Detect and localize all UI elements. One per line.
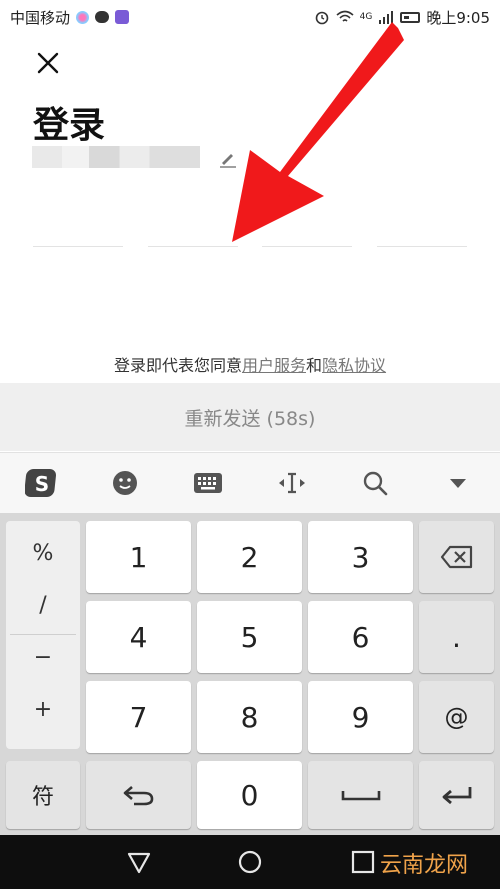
symbol-key-percent[interactable]: %	[6, 541, 80, 566]
symbol-key-slash[interactable]: /	[6, 593, 80, 618]
at-key[interactable]: @	[419, 681, 494, 753]
battery-icon	[400, 11, 421, 23]
cursor-icon[interactable]	[272, 463, 312, 503]
keyboard-toolbar: S	[0, 452, 500, 513]
recents-square-icon[interactable]	[350, 849, 376, 875]
close-icon[interactable]	[33, 48, 63, 78]
keyboard-icon[interactable]	[188, 463, 228, 503]
edit-icon[interactable]	[218, 148, 238, 168]
undo-arrow-icon	[123, 786, 153, 806]
symbol-mode-key[interactable]: 符	[6, 761, 80, 829]
symbol-key-minus[interactable]: −	[6, 645, 80, 670]
key-5[interactable]: 5	[197, 601, 302, 673]
carrier-label: 中国移动	[10, 8, 71, 27]
key-4[interactable]: 4	[86, 601, 191, 673]
backspace-icon	[440, 545, 472, 569]
signal-icon	[379, 11, 394, 24]
privacy-link[interactable]: 隐私协议	[322, 356, 386, 375]
resend-code-label: 重新发送 (58s)	[184, 407, 316, 430]
key-6[interactable]: 6	[308, 601, 413, 673]
space-icon	[341, 791, 380, 801]
verification-code-input[interactable]	[33, 246, 467, 247]
return-key[interactable]	[86, 761, 191, 829]
key-9[interactable]: 9	[308, 681, 413, 753]
alarm-icon	[315, 11, 328, 25]
status-bar: 中国移动 4G 晚上9:05	[0, 0, 500, 34]
emoji-icon[interactable]	[105, 463, 145, 503]
agreement-text: 登录即代表您同意用户服务和隐私协议	[113, 356, 387, 375]
key-1[interactable]: 1	[86, 521, 191, 593]
message-notification-icon	[95, 11, 110, 23]
page-title: 登录	[33, 105, 106, 146]
masked-phone-number	[32, 146, 200, 168]
resend-code-button[interactable]: 重新发送 (58s)	[0, 383, 500, 451]
numeric-keyboard: % / − + 1 2 3 4 5 6 . 7 8 9 @ 符 0	[0, 513, 500, 835]
key-2[interactable]: 2	[197, 521, 302, 593]
watermark-text: 云南龙网	[379, 853, 468, 878]
symbol-column: % / − +	[6, 521, 80, 749]
navigation-bar: 云南龙网	[0, 835, 500, 889]
symbol-key-plus[interactable]: +	[6, 697, 80, 722]
back-triangle-icon[interactable]	[126, 849, 152, 875]
enter-icon	[442, 787, 471, 805]
app-notification-icon	[76, 10, 90, 24]
network-type-label: 4G	[359, 12, 373, 22]
sogou-logo-icon[interactable]: S	[22, 463, 62, 503]
svg-text:S: S	[34, 472, 48, 496]
clock-label: 晚上9:05	[426, 8, 490, 27]
code-digit-box[interactable]	[262, 246, 353, 247]
key-7[interactable]: 7	[86, 681, 191, 753]
dot-key[interactable]: .	[419, 601, 494, 673]
wifi-icon	[336, 10, 354, 22]
space-key[interactable]	[308, 761, 413, 829]
collapse-icon[interactable]	[438, 463, 478, 503]
code-digit-box[interactable]	[147, 246, 238, 247]
code-digit-box[interactable]	[33, 246, 123, 247]
backspace-key[interactable]	[419, 521, 494, 593]
key-0[interactable]: 0	[197, 761, 302, 829]
key-3[interactable]: 3	[308, 521, 413, 593]
home-circle-icon[interactable]	[237, 849, 263, 875]
search-icon[interactable]	[355, 463, 395, 503]
code-digit-box[interactable]	[376, 246, 467, 247]
terms-link[interactable]: 用户服务	[242, 356, 306, 375]
app-badge-icon	[115, 10, 130, 24]
key-8[interactable]: 8	[197, 681, 302, 753]
enter-key[interactable]	[419, 761, 494, 829]
